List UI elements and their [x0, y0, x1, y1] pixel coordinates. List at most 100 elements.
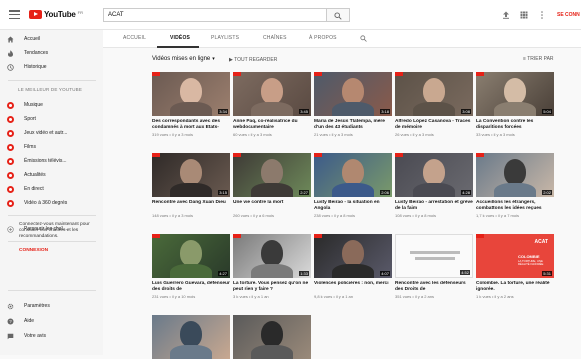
sidebar-item-label: En direct	[24, 186, 44, 192]
thumbnail-subject-body	[251, 345, 293, 359]
video-card[interactable]: 5:04 La Convention contre les disparition…	[476, 72, 554, 138]
video-title[interactable]: Des correspondants avec des condamnés à …	[152, 119, 230, 131]
video-title[interactable]: La torture. Vous pensez qu'on ne peut ri…	[233, 281, 311, 293]
thumbnail-subject	[261, 240, 283, 266]
video-card[interactable]: 2:06 Lusty Beirao - la situation en Angol…	[314, 153, 392, 219]
video-title[interactable]: Une vie contre la mort	[233, 200, 311, 206]
apps-icon[interactable]	[520, 11, 528, 19]
sidebar-item-news[interactable]: Actualités	[0, 169, 103, 181]
feedback-icon	[7, 333, 14, 340]
sidebar-item-sport[interactable]: Sport	[0, 113, 103, 125]
video-thumbnail[interactable]: 2:06	[314, 153, 392, 197]
thumbnail-subject	[423, 78, 445, 104]
video-duration: 3:34	[218, 109, 228, 114]
video-thumbnail[interactable]: 2:27	[233, 153, 311, 197]
acat-badge	[476, 153, 484, 157]
sort-by-button[interactable]: ≡ TRIER PAR	[523, 56, 554, 62]
sidebar-item-help[interactable]: ? Aide	[0, 315, 103, 327]
video-card[interactable]: 1:33 La torture. Vous pensez qu'on ne peu…	[233, 234, 311, 300]
video-thumbnail[interactable]: 2:02	[476, 153, 554, 197]
active-tab-indicator	[157, 46, 199, 48]
more-icon[interactable]	[540, 11, 544, 19]
video-title[interactable]: Lusty Beirao - la situation en Angola	[314, 200, 392, 212]
video-card[interactable]: 4:52 Rencontre avec les défenseurs des Dr…	[395, 234, 473, 300]
video-card[interactable]: 4:28 Lusty Beirao - arrestation et grève …	[395, 153, 473, 219]
thumbnail-subject-body	[170, 102, 212, 116]
sidebar-item-settings[interactable]: Paramètres	[0, 300, 103, 312]
sidebar-item-label: Vidéo à 360 degrés	[24, 200, 68, 206]
play-all-button[interactable]: ▶ TOUT REGARDER	[229, 57, 277, 63]
section-title[interactable]: Vidéos mises en ligne ▾	[152, 56, 215, 62]
video-thumbnail[interactable]: 4:07	[314, 234, 392, 278]
thumbnail-subject	[261, 78, 283, 104]
video-thumbnail[interactable]: 5:04	[476, 72, 554, 116]
video-thumbnail[interactable]: 3:18	[314, 72, 392, 116]
video-thumbnail[interactable]: 3:08	[395, 72, 473, 116]
video-title[interactable]: La Convention contre les disparitions fo…	[476, 119, 554, 131]
upload-icon[interactable]	[502, 11, 510, 19]
thumbnail-subject-body	[413, 102, 455, 116]
video-thumbnail[interactable]: 3:34	[152, 72, 230, 116]
search-icon	[334, 12, 342, 20]
video-thumbnail[interactable]: 4:28	[395, 153, 473, 197]
sidebar-item-360[interactable]: Vidéo à 360 degrés	[0, 197, 103, 209]
signin-promo-link[interactable]: CONNEXION	[19, 248, 48, 253]
video-title[interactable]: Luis Guerrero Guevara, défenseur des dro…	[152, 281, 230, 293]
video-title[interactable]: Rencontre avec Dang Xuan Dieu	[152, 200, 230, 206]
video-card[interactable]: 3:18 María de Jesús Tlatempa, mère d'un d…	[314, 72, 392, 138]
video-card[interactable]: 3:15 Rencontre avec Dang Xuan Dieu 148 vue…	[152, 153, 230, 219]
sidebar-section-heading: LE MEILLEUR DE YOUTUBE	[18, 87, 83, 92]
video-title[interactable]: Lusty Beirao - arrestation et grève de l…	[395, 200, 473, 212]
sidebar-item-gaming[interactable]: Jeux vidéo et autr...	[0, 127, 103, 139]
menu-icon[interactable]	[9, 10, 20, 19]
video-card[interactable]: 4:27 Luis Guerrero Guevara, défenseur des…	[152, 234, 230, 300]
video-thumbnail[interactable]	[233, 315, 311, 359]
sidebar-item-trending[interactable]: Tendances	[0, 47, 103, 59]
gear-icon	[7, 303, 14, 310]
sidebar-item-home[interactable]: Accueil	[0, 33, 103, 45]
search-input[interactable]: ACAT	[103, 8, 327, 22]
sidebar-item-live[interactable]: En direct	[0, 183, 103, 195]
video-card[interactable]: 2:27 Une vie contre la mort 260 vues • il …	[233, 153, 311, 219]
youtube-logo[interactable]: YouTube FR	[29, 10, 83, 19]
video-title[interactable]: Violences policières : non, merci	[314, 281, 392, 287]
video-card[interactable]	[152, 315, 230, 359]
sidebar-item-feedback[interactable]: Votre avis	[0, 330, 103, 342]
tab-channels[interactable]: CHAÎNES	[263, 35, 287, 41]
sidebar-item-music[interactable]: Musique	[0, 99, 103, 111]
video-title[interactable]: Colombie. La torture, une réalité ignoré…	[476, 281, 554, 293]
sidebar-item-history[interactable]: Historique	[0, 61, 103, 73]
video-card[interactable]: 3:45 Anne Paq, co-réalisatrice du webdocu…	[233, 72, 311, 138]
video-card[interactable]: 3:34 Des correspondants avec des condamné…	[152, 72, 230, 138]
video-title[interactable]: Rencontre avec les défenseurs des Droits…	[395, 281, 473, 293]
video-title[interactable]: Accueillons les étrangers, combattons le…	[476, 200, 554, 212]
video-card[interactable]: 2:02 Accueillons les étrangers, combatton…	[476, 153, 554, 219]
video-thumbnail[interactable]: 4:27	[152, 234, 230, 278]
sidebar-item-tv[interactable]: Émissions télévis...	[0, 155, 103, 167]
video-title[interactable]: Anne Paq, co-réalisatrice du webdocument…	[233, 119, 311, 131]
video-thumbnail[interactable]: ACAT COLOMBIE LA TORTURE, UNE RÉALITÉ IGNO…	[476, 234, 554, 278]
acat-badge	[314, 72, 322, 76]
video-thumbnail[interactable]: 4:52	[395, 234, 473, 278]
tab-about[interactable]: À PROPOS	[309, 35, 337, 41]
video-thumbnail[interactable]: 3:15	[152, 153, 230, 197]
search-icon[interactable]	[360, 35, 367, 42]
video-title[interactable]: María de Jesús Tlatempa, mère d'un des 4…	[314, 119, 392, 131]
video-thumbnail[interactable]: 3:45	[233, 72, 311, 116]
thumbnail-subject-body	[170, 264, 212, 278]
search-button[interactable]	[327, 8, 350, 22]
video-duration: 3:08	[461, 109, 471, 114]
video-card[interactable]: 3:08 Alfredo López Casanova - Traces de m…	[395, 72, 473, 138]
tab-videos[interactable]: VIDÉOS	[170, 35, 190, 41]
sidebar-item-films[interactable]: Films	[0, 141, 103, 153]
video-thumbnail[interactable]: 1:33	[233, 234, 311, 278]
video-card[interactable]	[233, 315, 311, 359]
video-thumbnail[interactable]	[152, 315, 230, 359]
signin-button[interactable]: SE CONN	[557, 12, 580, 18]
tab-home[interactable]: ACCUEIL	[123, 35, 146, 41]
video-title[interactable]: Alfredo López Casanova - Traces de mémoi…	[395, 119, 473, 131]
video-duration: 4:28	[461, 190, 471, 195]
video-card[interactable]: ACAT COLOMBIE LA TORTURE, UNE RÉALITÉ IGNO…	[476, 234, 554, 300]
tab-playlists[interactable]: PLAYLISTS	[211, 35, 239, 41]
video-card[interactable]: 4:07 Violences policières : non, merci 9,8…	[314, 234, 392, 300]
